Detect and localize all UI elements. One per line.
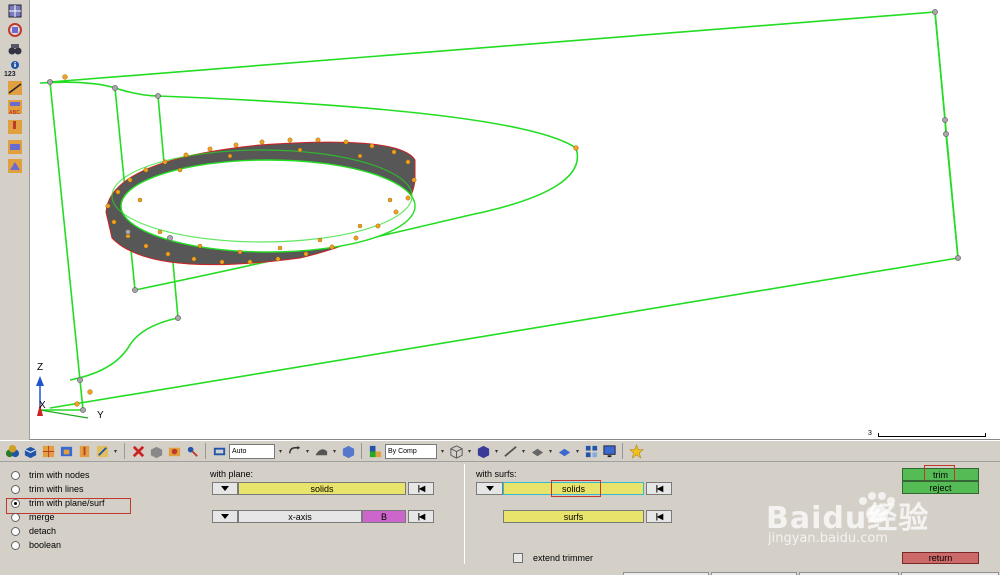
chevron-down-icon[interactable]: ▾ [466,448,473,455]
radio-label: merge [29,512,55,522]
radio-label: trim with nodes [29,470,90,480]
surfs-solids-reset-button[interactable]: |◀ [646,482,672,495]
radio-detach[interactable]: detach [11,525,56,537]
return-button[interactable]: return [902,552,979,564]
chevron-down-icon[interactable]: ▾ [304,448,311,455]
surfs-reset-button[interactable]: |◀ [646,510,672,523]
chevron-down-icon[interactable]: ▾ [439,448,446,455]
base-node-button[interactable]: B [362,510,406,523]
plane-entity-dropdown[interactable] [212,482,238,495]
radio-button[interactable] [11,540,20,550]
z-axis-label: Z [37,362,44,373]
info-caption: 123 [4,71,16,78]
main-toolbar: ▾ Auto ▾ ▾ ▾ By Comp ▾ ▾ ▾ ▾ ▾ ▾ [0,440,1000,462]
plane-solids-button[interactable]: solids [238,482,406,495]
element-cube-icon[interactable] [475,443,491,459]
line-icon[interactable] [502,443,518,459]
chevron-down-icon[interactable]: ▾ [493,448,500,455]
radio-button[interactable] [11,512,20,522]
display-loads-icon[interactable] [76,443,92,459]
watermark-brand: Baidu经验 [766,501,930,536]
chevron-down-icon[interactable]: ▾ [574,448,581,455]
radio-trim-with-lines[interactable]: trim with lines [11,483,84,495]
color-by-icon[interactable] [367,443,383,459]
label-red-icon[interactable] [6,119,24,135]
left-toolbar: 123 ABC [0,0,30,440]
panel-divider [464,464,465,564]
component-icon[interactable] [6,3,24,19]
surfs-button[interactable]: surfs [503,510,644,523]
shaded-icon[interactable] [313,443,329,459]
radio-button[interactable] [11,526,20,536]
hide-icon[interactable] [148,443,164,459]
x-axis-label: X [39,400,46,411]
chevron-down-icon[interactable]: ▾ [112,448,119,455]
toolbar-separator [622,443,623,459]
plane-base-reset-button[interactable]: |◀ [408,510,434,523]
delete-icon[interactable] [130,443,146,459]
surfs-entity-dropdown[interactable] [476,482,503,495]
solid-edit-panel: trim with nodes trim with lines trim wit… [0,462,1000,575]
chevron-down-icon[interactable]: ▾ [520,448,527,455]
radio-label: trim with lines [29,484,84,494]
with-plane-label: with plane: [210,469,254,479]
chevron-down-icon[interactable]: ▾ [331,448,338,455]
wireframe-icon[interactable] [448,443,464,459]
plane-axis-field[interactable]: x-axis [238,510,362,523]
model-scene [36,9,961,419]
components-icon[interactable] [4,443,20,459]
display-geometry-icon[interactable] [58,443,74,459]
label-caption: ABC [9,110,20,116]
binoculars-icon[interactable] [6,41,24,57]
watermark-url: jingyan.baidu.com [768,531,888,546]
graphics-viewport[interactable]: Z X Y 3 [30,0,1000,440]
measure-icon[interactable] [6,80,24,96]
radio-merge[interactable]: merge [11,511,55,523]
radio-boolean[interactable]: boolean [11,539,61,551]
plane-icon[interactable] [6,158,24,174]
find-icon[interactable] [184,443,200,459]
plane-solids-reset-button[interactable]: |◀ [408,482,434,495]
display-elements-icon[interactable] [40,443,56,459]
radio-trim-with-nodes[interactable]: trim with nodes [11,469,90,481]
chevron-down-icon[interactable]: ▾ [277,448,284,455]
grid-icon[interactable] [583,443,599,459]
hypermesh-window: 123 ABC Z X Y 3 ▾ Auto ▾ ▾ ▾ By Comp ▾ ▾… [0,0,1000,575]
toolbar-separator [205,443,206,459]
radio-button[interactable] [11,484,20,494]
baidu-watermark: Baidu经验 jingyan.baidu.com [760,487,996,551]
radio-label: detach [29,526,57,536]
chevron-down-icon[interactable]: ▾ [547,448,554,455]
surface-icon[interactable] [529,443,545,459]
visualization-select[interactable]: Auto [229,443,275,459]
plane-axis-dropdown[interactable] [212,510,238,523]
mask-elements-icon[interactable] [166,443,182,459]
solid-cube-icon[interactable] [340,443,356,459]
mask-icon[interactable] [6,139,24,155]
with-surfs-label: with surfs: [476,469,517,479]
reject-button[interactable]: reject [902,481,979,494]
paw-logo-icon [859,492,895,523]
highlight-box [551,480,601,497]
extend-trimmer-checkbox[interactable] [513,553,523,563]
ring-solid [105,141,416,266]
star-icon[interactable] [628,443,644,459]
highlight-box [924,465,955,482]
mesh-icon[interactable] [6,22,24,38]
y-axis-label: Y [97,410,104,421]
display-systems-icon[interactable] [94,443,110,459]
visualization-icon[interactable] [211,443,227,459]
extend-trimmer-label: extend trimmer [533,553,594,563]
rotate-icon[interactable] [286,443,302,459]
radio-label: boolean [29,540,62,550]
scale-bar [878,433,986,437]
monitor-icon[interactable] [601,443,617,459]
toolbar-separator [124,443,125,459]
color-by-select[interactable]: By Comp [385,443,437,459]
solid-view-icon[interactable] [556,443,572,459]
toolbar-separator [361,443,362,459]
radio-button[interactable] [11,470,20,480]
display-solid-icon[interactable] [22,443,38,459]
scale-value: 3 [868,430,872,437]
